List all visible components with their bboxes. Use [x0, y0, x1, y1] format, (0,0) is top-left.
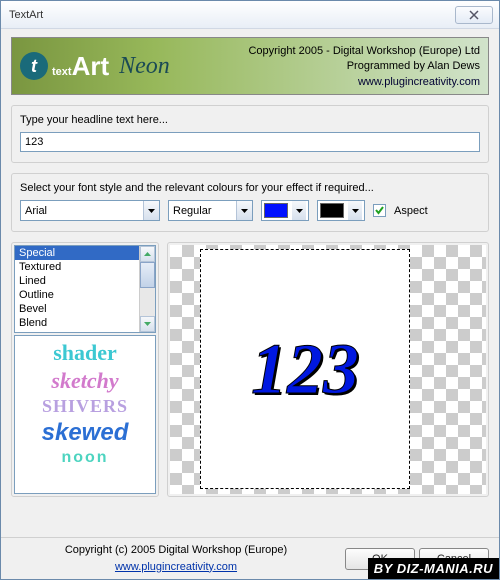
- font-group: Select your font style and the relevant …: [11, 173, 489, 232]
- scroll-down-icon[interactable]: [140, 316, 155, 332]
- banner: t textArt Neon Copyright 2005 - Digital …: [11, 37, 489, 95]
- headline-label: Type your headline text here...: [20, 114, 480, 126]
- banner-url[interactable]: www.plugincreativity.com: [358, 76, 480, 88]
- style-thumb[interactable]: skewed: [42, 419, 129, 447]
- close-button[interactable]: [455, 6, 493, 24]
- color2-swatch: [320, 203, 344, 218]
- dialog-window: TextArt t textArt Neon Copyright 2005 - …: [0, 0, 500, 580]
- titlebar: TextArt: [1, 1, 499, 29]
- watermark: BY DIZ-MANIA.RU: [368, 558, 499, 579]
- aspect-checkbox[interactable]: [373, 204, 386, 217]
- style-column: Special Textured Lined Outline Bevel Ble…: [11, 242, 159, 497]
- artboard[interactable]: 123: [200, 249, 410, 489]
- scrollbar[interactable]: [139, 246, 155, 332]
- color1-swatch: [264, 203, 288, 218]
- banner-title: textArt: [52, 51, 109, 82]
- dropdown-icon: [292, 201, 306, 220]
- check-icon: [375, 206, 384, 215]
- weight-select[interactable]: Regular: [168, 200, 253, 221]
- weight-value: Regular: [173, 205, 212, 217]
- footer-url[interactable]: www.plugincreativity.com: [115, 561, 237, 573]
- banner-credits: Copyright 2005 - Digital Workshop (Europ…: [248, 44, 480, 90]
- banner-variant: Neon: [119, 53, 170, 80]
- style-thumb[interactable]: sketchy: [51, 368, 118, 394]
- preview-panel: 123: [167, 242, 489, 497]
- font-label: Select your font style and the relevant …: [20, 182, 480, 194]
- lower-area: Special Textured Lined Outline Bevel Ble…: [11, 242, 489, 497]
- headline-group: Type your headline text here...: [11, 105, 489, 163]
- window-title: TextArt: [7, 9, 455, 21]
- list-item[interactable]: Blend: [15, 316, 155, 330]
- list-item[interactable]: Special: [15, 246, 155, 260]
- color2-button[interactable]: [317, 200, 365, 221]
- font-select[interactable]: Arial: [20, 200, 160, 221]
- aspect-label: Aspect: [394, 205, 428, 217]
- font-value: Arial: [25, 205, 47, 217]
- list-item[interactable]: Textured: [15, 260, 155, 274]
- color1-button[interactable]: [261, 200, 309, 221]
- scroll-up-icon[interactable]: [140, 246, 155, 262]
- style-preview-list[interactable]: shader sketchy SHIVERS skewed noon: [14, 335, 156, 494]
- dropdown-icon: [143, 201, 159, 220]
- footer-credits: Copyright (c) 2005 Digital Workshop (Eur…: [11, 542, 341, 575]
- footer-copyright: Copyright (c) 2005 Digital Workshop (Eur…: [11, 542, 341, 559]
- list-item[interactable]: Bevel: [15, 302, 155, 316]
- canvas-checker: 123: [170, 245, 486, 494]
- scroll-thumb[interactable]: [140, 262, 155, 288]
- style-thumb[interactable]: shader: [53, 340, 117, 366]
- headline-input[interactable]: [20, 132, 480, 152]
- list-item[interactable]: Outline: [15, 288, 155, 302]
- style-listbox[interactable]: Special Textured Lined Outline Bevel Ble…: [14, 245, 156, 333]
- style-thumb[interactable]: SHIVERS: [42, 396, 128, 417]
- style-thumb[interactable]: noon: [61, 449, 108, 467]
- logo-icon: t: [20, 52, 48, 80]
- list-item[interactable]: Lined: [15, 274, 155, 288]
- banner-logo: t textArt Neon: [20, 51, 170, 82]
- font-row: Arial Regular Aspect: [20, 200, 480, 221]
- close-icon: [469, 10, 479, 20]
- banner-copyright: Copyright 2005 - Digital Workshop (Europ…: [248, 44, 480, 59]
- content-area: t textArt Neon Copyright 2005 - Digital …: [1, 29, 499, 505]
- preview-text: 123: [251, 328, 359, 411]
- banner-programmer: Programmed by Alan Dews: [248, 59, 480, 74]
- dropdown-icon: [348, 201, 362, 220]
- dropdown-icon: [236, 201, 252, 220]
